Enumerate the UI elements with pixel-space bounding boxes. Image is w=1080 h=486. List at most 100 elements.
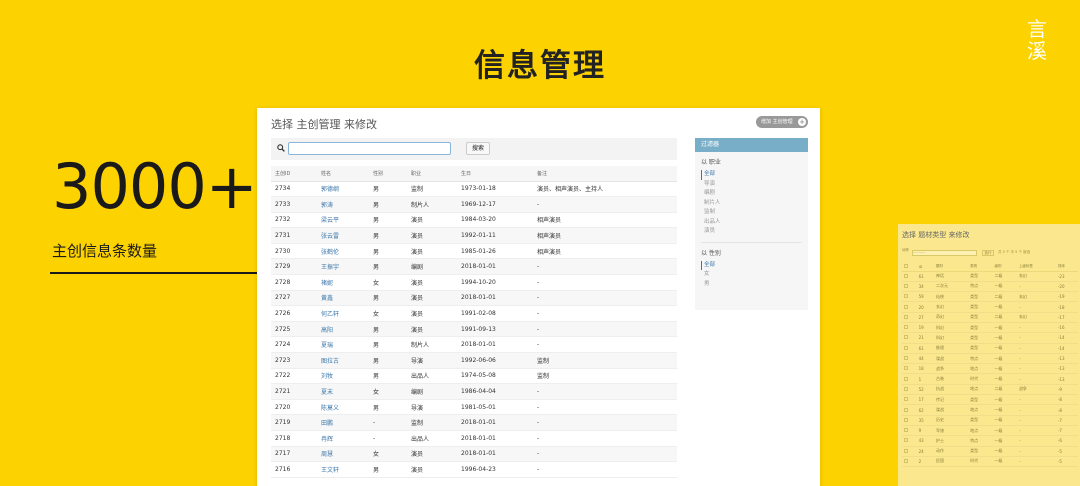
row-checkbox[interactable] — [902, 271, 917, 282]
column-header[interactable]: 类别 — [968, 263, 993, 272]
row-checkbox[interactable] — [902, 425, 917, 437]
row-checkbox[interactable] — [902, 291, 917, 303]
creator-name-link[interactable]: 冉辉 — [317, 430, 369, 447]
row-checkbox[interactable] — [902, 353, 917, 365]
row-checkbox[interactable] — [902, 446, 917, 457]
table-cell: 2719 — [271, 414, 317, 431]
creator-name-link[interactable]: 何乙轩 — [317, 305, 369, 322]
row-checkbox[interactable] — [902, 456, 917, 468]
table-cell: - — [1016, 456, 1056, 468]
column-header[interactable]: 生日 — [457, 166, 533, 182]
table-cell: 一级 — [992, 322, 1017, 334]
column-header[interactable]: 排序 — [1055, 263, 1078, 272]
row-checkbox[interactable] — [902, 394, 917, 406]
table-cell: 21 — [916, 332, 934, 344]
table-cell: 男 — [369, 352, 407, 369]
table-cell: 2723 — [271, 352, 317, 369]
row-checkbox[interactable] — [902, 435, 917, 447]
creator-name-link[interactable]: 田鹏 — [317, 414, 369, 431]
page-title: 选择 主创管理 来修改 — [271, 118, 377, 131]
creator-name-link[interactable]: 周慧 — [317, 446, 369, 463]
filter-option[interactable]: 女 — [701, 270, 802, 280]
row-checkbox[interactable] — [902, 332, 917, 344]
row-checkbox[interactable] — [902, 281, 917, 293]
table-cell: - — [533, 321, 677, 338]
filter-option[interactable]: 全部 — [701, 260, 802, 270]
search-input[interactable] — [288, 142, 451, 155]
column-header[interactable]: 姓名 — [317, 166, 369, 182]
creator-name-link[interactable]: 褚妮 — [317, 274, 369, 291]
column-header[interactable]: 上级标签 — [1016, 263, 1056, 272]
table-cell: 类型 — [968, 332, 993, 344]
table-cell: 相声演员 — [533, 243, 677, 260]
column-header[interactable]: 主创ID — [271, 166, 317, 182]
table-cell: -14 — [1055, 343, 1078, 354]
row-checkbox[interactable] — [902, 363, 917, 375]
row-checkbox[interactable] — [902, 312, 917, 323]
creator-name-link[interactable]: 王振宇 — [317, 258, 369, 276]
column-header[interactable]: ID — [916, 263, 934, 272]
creator-name-link[interactable]: 夏末 — [317, 383, 369, 400]
filter-option[interactable]: 全部 — [701, 170, 802, 180]
table-cell: 演员 — [407, 446, 457, 463]
row-checkbox[interactable] — [902, 322, 917, 334]
table-row: 61 神话 类型 二级 玄幻 -23 — [902, 271, 1078, 282]
filter-option[interactable]: 监制 — [701, 208, 802, 218]
filter-option[interactable]: 演员 — [701, 227, 802, 237]
table-cell: 传记 — [933, 394, 969, 406]
table-cell: 演员 — [407, 227, 457, 244]
creator-name-link[interactable]: 郭德纲 — [317, 181, 369, 198]
column-header[interactable]: 性别 — [369, 166, 407, 182]
table-cell: - — [533, 258, 677, 276]
action-select[interactable]: ··········· — [912, 250, 977, 256]
creator-name-link[interactable]: 高阳 — [317, 321, 369, 338]
creator-name-link[interactable]: 黄鑫 — [317, 290, 369, 307]
creator-name-link[interactable]: 陈莫义 — [317, 399, 369, 416]
filter-option[interactable]: 出品人 — [701, 218, 802, 228]
table-row: 24 动作 类型 一级 - -5 — [902, 446, 1078, 457]
table-cell: 时代 — [968, 456, 993, 468]
add-creator-button[interactable]: 增加 主创管理 + — [756, 116, 808, 128]
table-cell: 1986-04-04 — [457, 383, 533, 400]
table-cell: 监制 — [533, 368, 677, 385]
table-cell: - — [1016, 322, 1056, 334]
table-cell: 男 — [369, 212, 407, 229]
table-cell: - — [533, 414, 677, 431]
select-all-checkbox[interactable] — [902, 263, 917, 272]
creator-name-link[interactable]: 刘牧 — [317, 368, 369, 385]
filter-option[interactable]: 男 — [701, 280, 802, 290]
table-cell: 2733 — [271, 196, 317, 213]
logo-bottom-char: 溪 — [1027, 39, 1047, 63]
row-checkbox[interactable] — [902, 373, 917, 385]
table-cell: - — [533, 336, 677, 354]
creator-name-link[interactable]: 王文轩 — [317, 461, 369, 478]
column-header[interactable]: 题材 — [933, 263, 969, 272]
row-checkbox[interactable] — [902, 415, 917, 426]
creator-name-link[interactable]: 图拉古 — [317, 352, 369, 369]
table-cell: 1992-01-11 — [457, 227, 533, 244]
genre-action-bar: 动作 ··········· 执行 共 5 个 中 5 个 被选 — [902, 248, 1078, 259]
column-header[interactable]: 职业 — [407, 166, 457, 182]
creator-name-link[interactable]: 张云雷 — [317, 227, 369, 244]
row-checkbox[interactable] — [902, 404, 917, 416]
creator-name-link[interactable]: 梁云平 — [317, 212, 369, 229]
table-cell: 类型 — [968, 446, 993, 457]
creator-name-link[interactable]: 夏瑞 — [317, 336, 369, 354]
column-header[interactable]: 级别 — [992, 263, 1017, 272]
table-cell: - — [1016, 373, 1056, 385]
table-cell: -13 — [1055, 363, 1078, 375]
row-checkbox[interactable] — [902, 384, 917, 396]
execute-button[interactable]: 执行 — [982, 250, 994, 256]
table-cell: 一级 — [992, 332, 1017, 344]
filter-option[interactable]: 编剧 — [701, 189, 802, 199]
row-checkbox[interactable] — [902, 343, 917, 354]
search-button[interactable]: 搜索 — [466, 142, 490, 155]
creator-name-link[interactable]: 郭涛 — [317, 196, 369, 213]
filter-option[interactable]: 导演 — [701, 180, 802, 190]
creator-name-link[interactable]: 张鹤伦 — [317, 243, 369, 260]
row-checkbox[interactable] — [902, 301, 917, 313]
table-row: 35 历史 类型 一级 - -7 — [902, 415, 1078, 426]
filter-option[interactable]: 制片人 — [701, 199, 802, 209]
column-header[interactable]: 备注 — [533, 166, 677, 182]
table-cell: 一级 — [992, 281, 1017, 293]
